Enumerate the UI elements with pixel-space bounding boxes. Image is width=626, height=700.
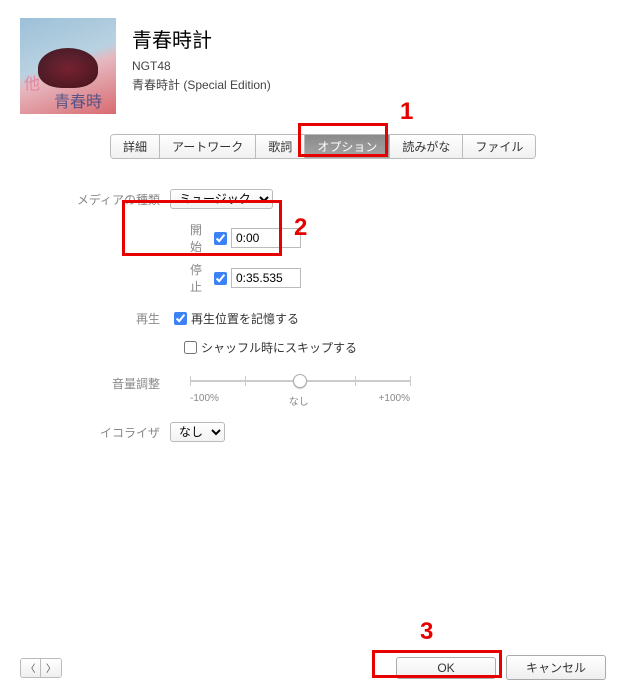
skip-shuffle-label: シャッフル時にスキップする: [201, 339, 357, 356]
volume-slider[interactable]: [190, 371, 410, 391]
tab-options[interactable]: オプション: [305, 135, 390, 158]
eq-label: イコライザ: [60, 424, 170, 441]
tab-details[interactable]: 詳細: [111, 135, 160, 158]
start-time-input[interactable]: [231, 228, 301, 248]
remember-position-checkbox[interactable]: [174, 312, 187, 325]
chevron-right-icon: 〉: [46, 660, 56, 675]
volume-mid: なし: [289, 393, 309, 408]
stop-time-input[interactable]: [231, 268, 301, 288]
tab-artwork[interactable]: アートワーク: [160, 135, 256, 158]
album-artwork: 他 青春時: [20, 18, 116, 114]
volume-label: 音量調整: [60, 371, 170, 392]
media-type-select[interactable]: ミュージック: [170, 189, 273, 209]
eq-select[interactable]: なし: [170, 422, 225, 442]
prev-button[interactable]: 〈: [21, 659, 41, 677]
skip-shuffle-checkbox[interactable]: [184, 341, 197, 354]
tab-bar: 詳細 アートワーク 歌詞 オプション 読みがな ファイル: [110, 134, 536, 159]
media-type-label: メディアの種類: [60, 191, 170, 208]
next-button[interactable]: 〉: [41, 659, 61, 677]
tab-reading[interactable]: 読みがな: [390, 135, 463, 158]
volume-max: +100%: [379, 393, 410, 408]
stop-checkbox[interactable]: [214, 272, 227, 285]
cancel-button[interactable]: キャンセル: [506, 655, 606, 680]
track-artist: NGT48: [132, 57, 271, 76]
ok-button[interactable]: OK: [396, 657, 496, 679]
track-title: 青春時計: [132, 24, 271, 53]
remember-position-label: 再生位置を記憶する: [191, 310, 299, 327]
annotation-number-3: 3: [420, 618, 433, 646]
track-album: 青春時計 (Special Edition): [132, 76, 271, 95]
chevron-left-icon: 〈: [26, 660, 36, 675]
volume-min: -100%: [190, 393, 219, 408]
playback-label: 再生: [60, 310, 170, 327]
start-label: 開始: [180, 221, 210, 255]
start-checkbox[interactable]: [214, 232, 227, 245]
stop-label: 停止: [180, 261, 210, 295]
tab-lyrics[interactable]: 歌詞: [256, 135, 305, 158]
tab-file[interactable]: ファイル: [463, 135, 535, 158]
